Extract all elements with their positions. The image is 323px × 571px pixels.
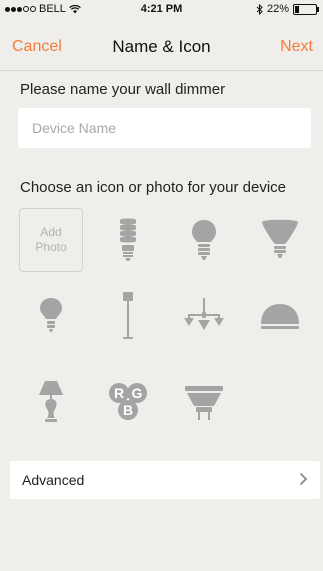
battery-percent: 22% (266, 3, 289, 15)
chandelier-icon[interactable] (172, 284, 236, 348)
device-name-input[interactable] (18, 108, 311, 148)
battery-icon (293, 3, 319, 15)
a19-bulb-icon[interactable] (172, 208, 236, 272)
next-button[interactable]: Next (280, 38, 313, 56)
icon-prompt: Choose an icon or photo for your device (20, 179, 286, 196)
advanced-label: Advanced (22, 472, 85, 488)
rgb-icon[interactable]: R G B (96, 370, 160, 434)
rgb-letter-b: B (123, 402, 133, 418)
advanced-row[interactable]: Advanced (10, 461, 320, 499)
page-title: Name & Icon (112, 37, 211, 56)
chevron-right-icon (299, 472, 308, 486)
bluetooth-icon (256, 3, 263, 15)
floor-lamp-icon[interactable] (96, 284, 160, 348)
table-lamp-icon[interactable] (19, 370, 83, 434)
add-photo-line1: Add (40, 225, 62, 239)
small-bulb-icon[interactable] (19, 284, 83, 348)
add-photo-line2: Photo (35, 240, 67, 254)
add-photo-button[interactable]: Add Photo (19, 208, 83, 272)
status-right: 22% (256, 3, 319, 15)
battery-level (295, 5, 300, 13)
cfl-bulb-icon[interactable] (96, 208, 160, 272)
rgb-letter-g: G (132, 385, 143, 401)
status-bar: BELL 4:21 PM 22% (0, 0, 323, 18)
flood-bulb-icon[interactable] (248, 208, 312, 272)
rgb-letter-r: R (114, 385, 124, 401)
name-prompt: Please name your wall dimmer (20, 81, 226, 98)
dome-light-icon[interactable] (248, 284, 312, 348)
mr16-bulb-icon[interactable] (172, 370, 236, 434)
navigation-bar: Cancel Name & Icon Next (0, 18, 323, 71)
